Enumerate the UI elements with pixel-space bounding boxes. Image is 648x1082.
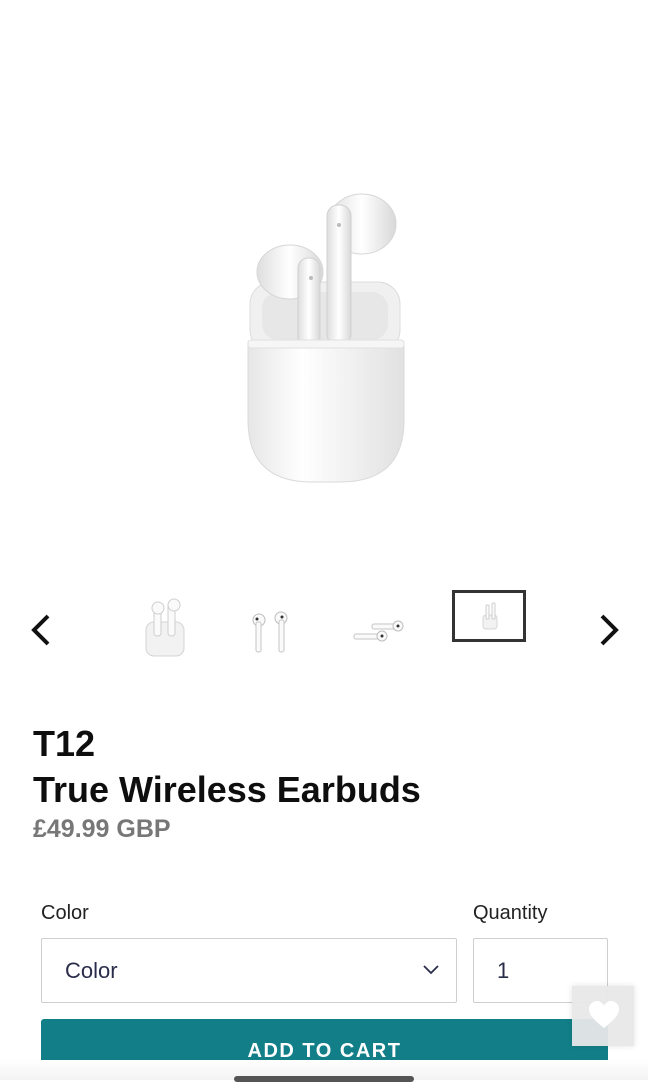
color-label: Color [41, 902, 89, 924]
thumbnail-2[interactable] [233, 588, 307, 658]
product-price: £49.99 GBP [33, 815, 171, 843]
thumbnail-carousel [0, 580, 648, 680]
quantity-value: 1 [497, 958, 510, 983]
thumb-small-case [482, 602, 498, 630]
next-image-button[interactable] [590, 610, 626, 650]
quantity-label: Quantity [473, 902, 548, 924]
color-select-value: Color [65, 958, 118, 983]
earbuds-case-illustration [247, 193, 405, 483]
chevron-right-icon [600, 614, 619, 646]
thumbnail-4-selected[interactable] [452, 590, 526, 642]
product-title: True Wireless Earbuds [33, 769, 421, 810]
add-to-cart-label: ADD TO CART [247, 1040, 402, 1062]
previous-image-button[interactable] [24, 610, 60, 650]
heart-icon [589, 1001, 619, 1028]
product-model: T12 [33, 723, 96, 764]
chevron-left-icon [31, 614, 50, 646]
home-indicator [234, 1076, 414, 1082]
thumbnail-3[interactable] [340, 588, 414, 658]
product-main-image[interactable] [0, 0, 648, 560]
color-select[interactable]: Color [41, 938, 457, 1003]
wishlist-button[interactable] [572, 986, 634, 1046]
thumbnail-1[interactable] [128, 588, 202, 658]
thumb-earbuds-lying [353, 620, 404, 642]
chevron-down-icon [423, 965, 439, 975]
thumb-case-with-earbuds [145, 598, 185, 657]
thumb-earbuds-pair [252, 611, 288, 653]
